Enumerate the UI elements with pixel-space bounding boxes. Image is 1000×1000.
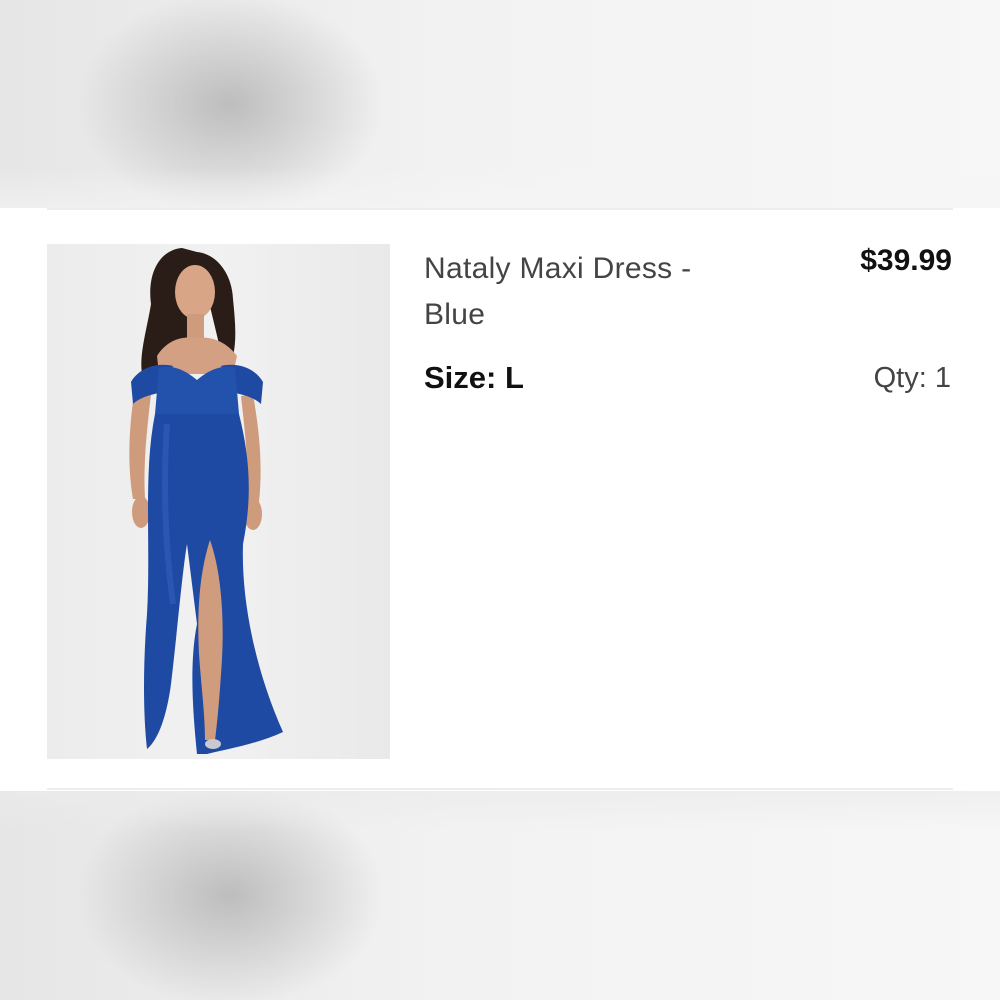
product-title[interactable]: Nataly Maxi Dress - Blue xyxy=(424,246,754,338)
product-image[interactable] xyxy=(47,244,390,759)
size-value: L xyxy=(504,360,524,395)
blurred-background-bottom xyxy=(0,791,1000,1000)
product-quantity: Qty: 1 xyxy=(874,362,951,395)
qty-label: Qty: xyxy=(873,362,927,394)
qty-value: 1 xyxy=(934,362,951,394)
cart-item-card: Nataly Maxi Dress - Blue $39.99 Size: L … xyxy=(0,208,1000,791)
divider-bottom xyxy=(47,788,953,790)
screenshot-stage: Nataly Maxi Dress - Blue $39.99 Size: L … xyxy=(0,0,1000,1000)
product-photo-illustration xyxy=(129,248,283,754)
product-size: Size: L xyxy=(424,360,524,396)
size-label: Size: xyxy=(424,360,497,395)
blurred-background-top xyxy=(0,0,1000,208)
product-price: $39.99 xyxy=(860,244,952,277)
divider-top xyxy=(47,208,953,210)
